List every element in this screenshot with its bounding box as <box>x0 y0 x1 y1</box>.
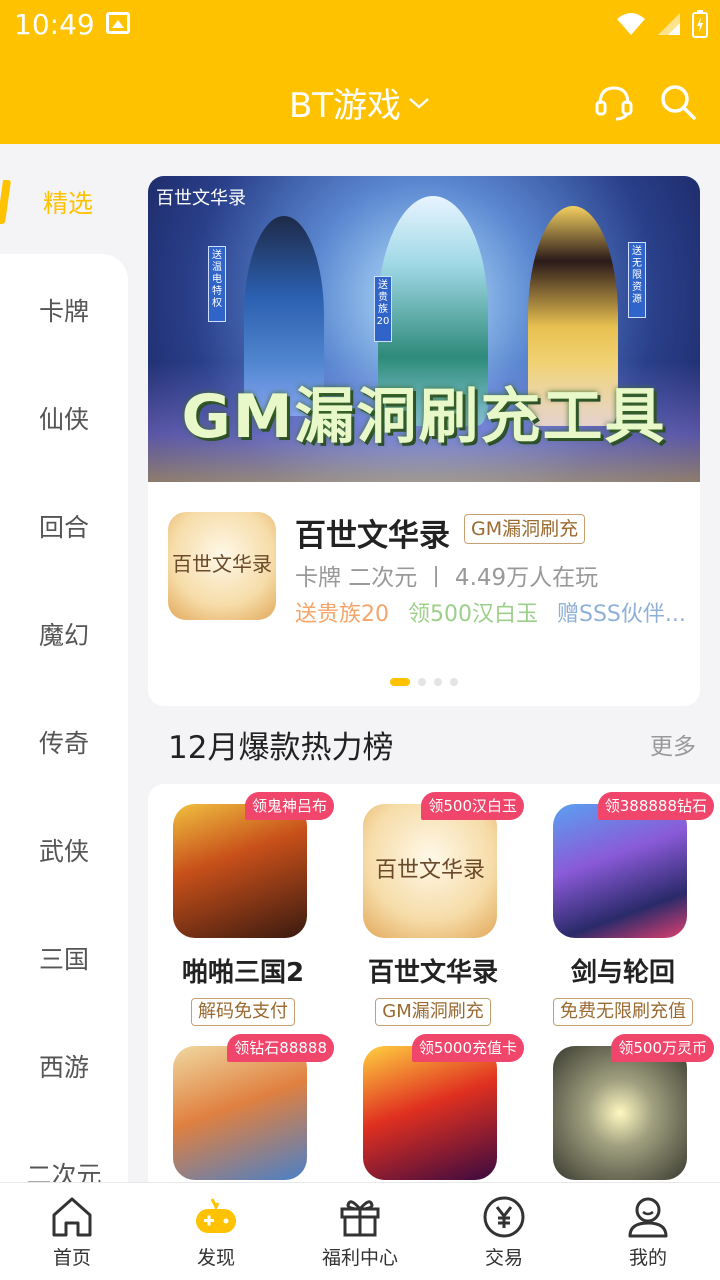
wifi-icon <box>617 13 645 35</box>
game-meta: 卡牌 二次元 丨 4.49万人在玩 <box>295 565 599 591</box>
sidebar-item[interactable]: 回合 <box>0 508 128 544</box>
nav-home[interactable]: 首页 <box>0 1193 144 1270</box>
user-icon <box>628 1197 668 1238</box>
carousel-dot <box>434 678 442 686</box>
gamepad-icon <box>196 1198 236 1233</box>
image-notification-icon <box>106 12 130 34</box>
perk: 领500汉白玉 <box>408 602 538 627</box>
nav-welfare[interactable]: 福利中心 <box>288 1193 432 1270</box>
gift-badge: 领500汉白玉 <box>421 792 524 820</box>
game-card[interactable]: 百世文华录 领500汉白玉 百世文华录 GM漏洞刷充 <box>338 784 528 1034</box>
game-icon[interactable] <box>173 1046 307 1180</box>
more-link[interactable]: 更多 <box>650 727 696 761</box>
carousel-indicator <box>390 678 458 686</box>
perk: 赠SSS伙伴... <box>557 602 686 627</box>
sidebar-item[interactable]: 西游 <box>0 1048 128 1084</box>
hot-games-grid: 领鬼神吕布 啪啪三国2 解码免支付 百世文华录 领500汉白玉 百世文华录 GM… <box>148 784 720 1182</box>
game-name[interactable]: 百世文华录 <box>295 510 450 555</box>
nav-discover[interactable]: 发现 <box>144 1193 288 1270</box>
gift-badge: 领鬼神吕布 <box>244 792 334 820</box>
game-card[interactable]: 领钻石88888 <box>148 1026 338 1182</box>
game-icon[interactable]: 百世文华录 <box>363 804 497 938</box>
page-title: BT游戏 <box>288 86 402 126</box>
game-name: 啪啪三国2 <box>181 958 305 988</box>
banner-tag: 送贵族20 <box>374 276 392 342</box>
game-icon[interactable] <box>363 1046 497 1180</box>
game-icon-logo: 百世文华录 <box>374 858 485 883</box>
game-card[interactable]: 领388888钻石 剑与轮回 免费无限刷充值 <box>528 784 718 1034</box>
chevron-down-icon <box>409 97 429 109</box>
game-icon[interactable] <box>553 1046 687 1180</box>
sidebar-item[interactable]: 武侠 <box>0 832 128 868</box>
battery-icon <box>692 10 708 38</box>
gift-icon <box>340 1200 380 1237</box>
sidebar-item[interactable]: 三国 <box>0 940 128 976</box>
nav-label: 交易 <box>484 1247 523 1269</box>
status-time: 10:49 <box>14 8 95 41</box>
game-feature: 免费无限刷充值 <box>528 998 718 1026</box>
carousel-dot-active <box>390 678 410 686</box>
nav-label: 我的 <box>628 1247 667 1269</box>
gift-badge: 领388888钻石 <box>597 792 714 820</box>
home-icon <box>52 1197 92 1237</box>
nav-label: 福利中心 <box>321 1247 398 1269</box>
bottom-nav: 首页 发现 福利中心 交易 我的 <box>0 1182 720 1280</box>
search-icon[interactable] <box>658 82 698 122</box>
carousel-dot <box>450 678 458 686</box>
game-feature: 解码免支付 <box>148 998 338 1026</box>
game-name: 百世文华录 <box>367 958 498 988</box>
game-icon[interactable] <box>553 804 687 938</box>
game-card[interactable]: 领500万灵币 <box>528 1026 718 1182</box>
game-perks: 送贵族20 领500汉白玉 赠SSS伙伴... <box>295 596 686 628</box>
category-list: 卡牌 仙侠 回合 魔幻 传奇 武侠 三国 西游 二次元 <box>0 254 128 1182</box>
sidebar-item[interactable]: 二次元 <box>0 1156 128 1182</box>
carousel-dot <box>418 678 426 686</box>
sidebar-item[interactable]: 魔幻 <box>0 616 128 652</box>
nav-profile[interactable]: 我的 <box>576 1193 720 1270</box>
sidebar-item-label: 精选 <box>42 189 93 218</box>
gift-badge: 领500万灵币 <box>611 1034 714 1062</box>
sidebar-item[interactable]: 仙侠 <box>0 400 128 436</box>
banner-tag: 送温电特权 <box>208 246 226 322</box>
banner-tag: 送无限资源 <box>628 242 646 318</box>
nav-label: 发现 <box>196 1247 235 1269</box>
game-icon[interactable]: 百世文华录 <box>168 512 276 620</box>
status-icons <box>616 10 708 38</box>
signal-icon <box>658 13 680 35</box>
nav-trade[interactable]: 交易 <box>432 1193 576 1270</box>
gift-badge: 领5000充值卡 <box>411 1034 524 1062</box>
perk: 送贵族20 <box>295 602 389 627</box>
section-title: 12月爆款热力榜 <box>168 730 394 766</box>
sidebar-item[interactable]: 传奇 <box>0 724 128 760</box>
feature-tag: 解码免支付 <box>191 998 295 1026</box>
feature-tag: 免费无限刷充值 <box>553 998 693 1026</box>
game-icon[interactable] <box>173 804 307 938</box>
game-feature-tag: GM漏洞刷充 <box>464 514 586 544</box>
nav-label: 首页 <box>52 1247 91 1269</box>
sidebar-item[interactable]: 卡牌 <box>0 292 128 328</box>
banner-headline: GM漏洞刷充工具 <box>181 382 667 452</box>
game-card[interactable]: 领鬼神吕布 啪啪三国2 解码免支付 <box>148 784 338 1034</box>
banner-logo: 百世文华录 <box>156 188 246 209</box>
game-feature: GM漏洞刷充 <box>338 998 528 1026</box>
top-bar: 10:49 BT游戏 <box>0 0 720 144</box>
game-icon-logo: 百世文华录 <box>172 552 272 576</box>
featured-banner-card[interactable]: 百世文华录 送温电特权 送贵族20 送无限资源 GM漏洞刷充工具 百世文华录 百… <box>148 176 700 706</box>
category-sidebar: 精选 卡牌 仙侠 回合 魔幻 传奇 武侠 三国 西游 二次元 <box>0 144 128 1182</box>
feature-tag: GM漏洞刷充 <box>375 998 491 1026</box>
gift-badge: 领钻石88888 <box>227 1034 334 1062</box>
yen-icon <box>483 1196 525 1238</box>
sidebar-item-featured[interactable]: 精选 <box>0 144 128 254</box>
game-card[interactable]: 领5000充值卡 <box>338 1026 528 1182</box>
banner-image[interactable]: 百世文华录 送温电特权 送贵族20 送无限资源 GM漏洞刷充工具 <box>148 176 700 482</box>
game-name: 剑与轮回 <box>570 958 675 988</box>
customer-service-icon[interactable] <box>594 82 634 122</box>
